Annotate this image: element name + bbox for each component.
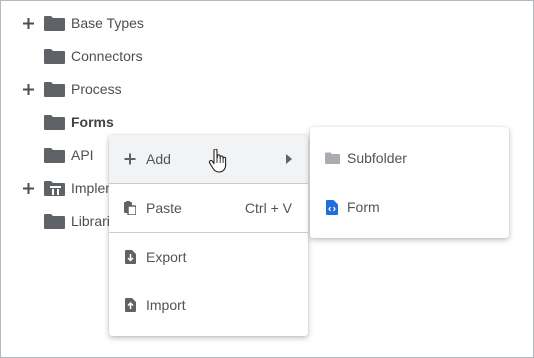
menu-item-label: Export	[146, 249, 187, 265]
submenu-item-form[interactable]: Form	[310, 183, 509, 231]
folder-icon	[44, 113, 66, 131]
form-file-icon	[324, 199, 340, 215]
folder-icon	[324, 150, 340, 166]
menu-item-paste[interactable]: Paste Ctrl + V	[109, 184, 308, 232]
tree-item-label: Process	[71, 81, 122, 97]
folder-icon	[44, 14, 66, 32]
hand-cursor-icon	[208, 149, 227, 173]
tree-item-process[interactable]: Process	[0, 77, 534, 101]
menu-item-import[interactable]: Import	[109, 281, 308, 329]
menu-item-label: Form	[347, 199, 380, 215]
folder-icon	[44, 212, 66, 230]
submenu-item-subfolder[interactable]: Subfolder	[310, 134, 509, 182]
tree-item-label: Forms	[71, 114, 114, 130]
folder-icon	[44, 146, 66, 164]
submenu-arrow-icon	[286, 154, 292, 164]
implementation-folder-icon	[44, 179, 66, 197]
menu-item-label: Paste	[146, 200, 182, 216]
folder-icon	[44, 80, 66, 98]
paste-icon	[123, 200, 137, 216]
import-icon	[123, 297, 137, 313]
expand-plus-icon[interactable]	[21, 82, 35, 96]
expand-plus-icon[interactable]	[21, 181, 35, 195]
expand-plus-icon[interactable]	[21, 16, 35, 30]
add-submenu: Subfolder Form	[310, 127, 509, 238]
tree-item-connectors[interactable]: Connectors	[0, 44, 534, 68]
tree-item-base-types[interactable]: Base Types	[0, 11, 534, 35]
tree-item-label: Connectors	[71, 48, 143, 64]
menu-item-label: Add	[146, 151, 171, 167]
export-icon	[123, 249, 137, 265]
menu-item-label: Subfolder	[347, 150, 407, 166]
tree-item-label: API	[71, 147, 94, 163]
menu-item-label: Import	[146, 297, 186, 313]
tree-item-label: Base Types	[71, 15, 144, 31]
shortcut-label: Ctrl + V	[244, 200, 292, 216]
menu-item-export[interactable]: Export	[109, 233, 308, 281]
plus-icon	[123, 151, 137, 167]
folder-icon	[44, 47, 66, 65]
